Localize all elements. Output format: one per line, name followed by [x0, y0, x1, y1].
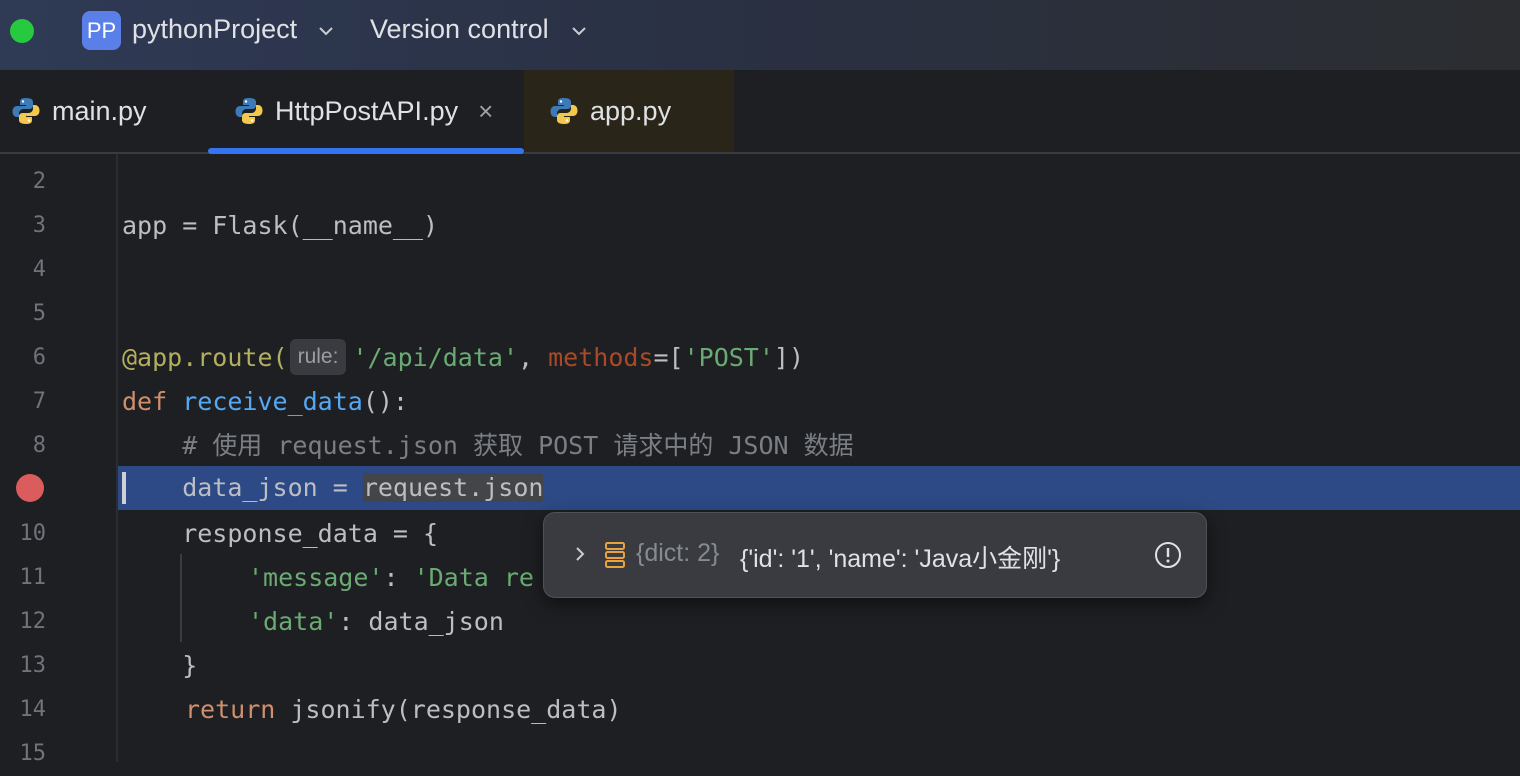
code-line[interactable]: 3 app = Flask(__name__)	[0, 204, 1520, 248]
code-text: }	[122, 651, 198, 680]
tab-app-py[interactable]: app.py	[524, 70, 734, 152]
project-name-dropdown[interactable]: pythonProject	[132, 14, 297, 45]
code-text: 'data': data_json	[248, 607, 504, 636]
debug-value-popup[interactable]: {dict: 2} {'id': '1', 'name': 'Java小金刚'}	[543, 512, 1207, 598]
tab-main-py[interactable]: main.py	[10, 70, 200, 152]
code-line[interactable]: 12 'data': data_json	[0, 600, 1520, 644]
line-number: 2	[32, 169, 46, 194]
line-number: 4	[32, 257, 46, 282]
hovered-expression[interactable]: request.json	[362, 473, 544, 502]
code-text: app = Flask(__name__)	[122, 211, 439, 240]
parameter-hint: rule:	[289, 339, 347, 375]
title-bar: PP pythonProject Version control	[0, 0, 1520, 70]
tab-label: main.py	[52, 95, 147, 126]
line-number: 12	[19, 609, 47, 634]
code-line[interactable]: 6 @app.route(rule: '/api/data', methods=[…	[0, 336, 1520, 380]
line-number: 7	[32, 389, 46, 414]
editor-tab-bar: main.py HttpPostAPI.py × app.py	[0, 70, 1520, 154]
chevron-down-icon[interactable]	[315, 20, 337, 42]
variable-type: {dict: 2}	[636, 539, 720, 567]
status-indicator	[10, 19, 34, 43]
chevron-right-icon[interactable]	[570, 543, 590, 565]
line-number: 5	[32, 301, 46, 326]
python-file-icon	[12, 98, 40, 124]
code-text: def receive_data():	[122, 387, 408, 416]
code-comment: # 使用 request.json 获取 POST 请求中的 JSON 数据	[122, 431, 854, 460]
tab-label: HttpPostAPI.py	[275, 95, 459, 126]
version-control-dropdown[interactable]: Version control	[370, 14, 549, 45]
dict-variable-icon	[605, 542, 625, 568]
code-line[interactable]: 15	[0, 732, 1520, 776]
code-line[interactable]: 2	[0, 160, 1520, 204]
code-line[interactable]: 13 }	[0, 644, 1520, 688]
line-number: 11	[19, 565, 47, 590]
code-text: data_json = request.json	[122, 473, 544, 502]
code-text: 'message': 'Data re	[248, 563, 534, 592]
variable-value: {'id': '1', 'name': 'Java小金刚'}	[740, 545, 1061, 573]
info-icon[interactable]	[1154, 541, 1182, 569]
tab-httppostapi-py[interactable]: HttpPostAPI.py ×	[208, 70, 524, 154]
code-line[interactable]: 14 return jsonify(response_data)	[0, 688, 1520, 732]
code-text: @app.route(rule: '/api/data', methods=['P…	[122, 336, 804, 380]
code-line[interactable]: 4	[0, 248, 1520, 292]
line-number: 6	[32, 345, 46, 370]
line-number: 3	[32, 213, 46, 238]
code-line[interactable]: 5	[0, 292, 1520, 336]
tab-label: app.py	[590, 95, 672, 126]
code-editor[interactable]: 2 3 app = Flask(__name__) 4 5 6 @app.rou…	[0, 154, 1520, 766]
line-number: 15	[19, 741, 47, 766]
line-number: 10	[19, 521, 47, 546]
code-text: return jsonify(response_data)	[185, 695, 622, 724]
code-line-current[interactable]: data_json = request.json	[0, 466, 1520, 510]
code-line[interactable]: 8 # 使用 request.json 获取 POST 请求中的 JSON 数据	[0, 424, 1520, 468]
close-tab-icon[interactable]: ×	[478, 96, 493, 127]
project-badge[interactable]: PP	[82, 11, 121, 50]
breakpoint-icon[interactable]	[16, 474, 44, 502]
line-number: 13	[19, 653, 47, 678]
python-file-icon	[550, 98, 578, 124]
chevron-down-icon[interactable]	[568, 20, 590, 42]
code-line[interactable]: 7 def receive_data():	[0, 380, 1520, 424]
line-number: 14	[19, 697, 47, 722]
code-text: response_data = {	[122, 519, 439, 548]
line-number: 8	[32, 433, 46, 458]
python-file-icon	[235, 98, 263, 124]
